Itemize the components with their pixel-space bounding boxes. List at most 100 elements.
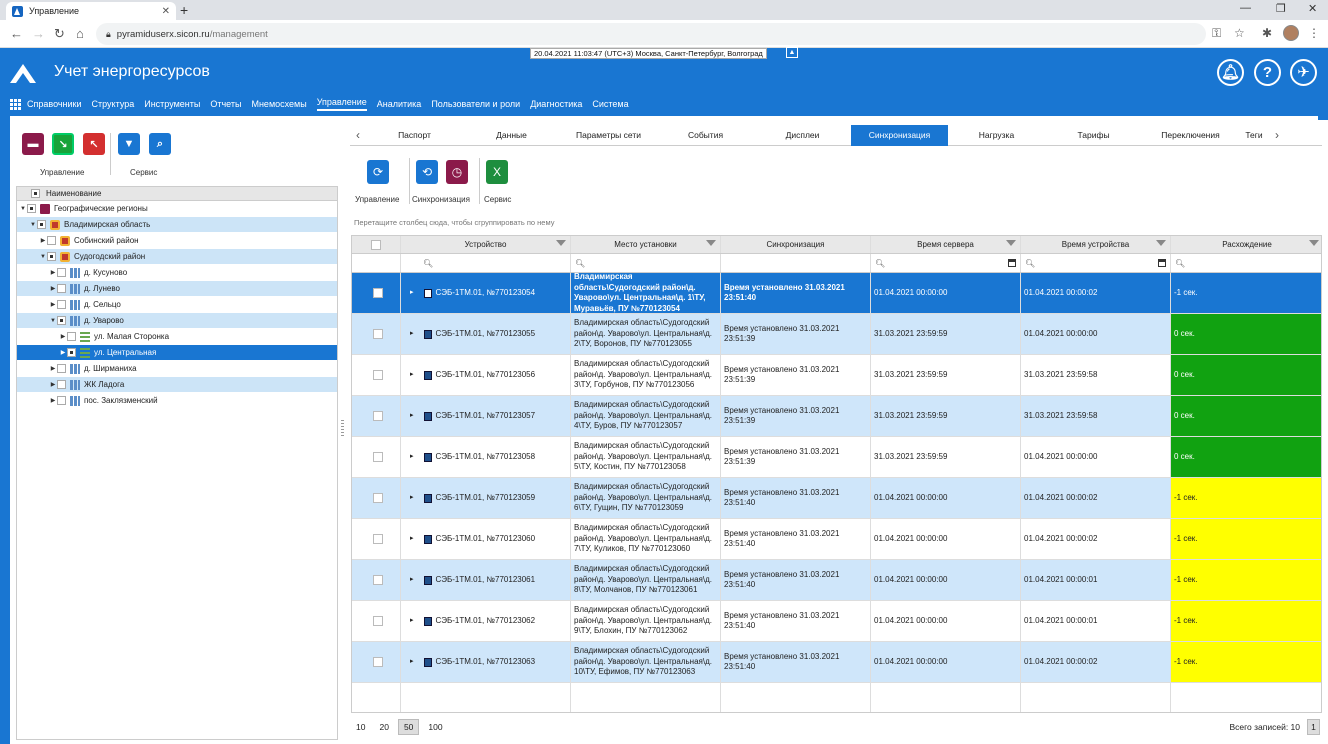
expand-arrow-icon[interactable]: ▼ — [49, 318, 57, 324]
menu-item[interactable]: Справочники — [27, 99, 82, 109]
filter-device-input[interactable]: 🔍︎ — [401, 254, 571, 272]
expand-arrow-icon[interactable]: ▼ — [29, 222, 37, 228]
tree-checkbox[interactable] — [47, 252, 56, 261]
row-checkbox[interactable] — [372, 493, 383, 503]
new-tab-icon[interactable]: + — [180, 2, 188, 18]
row-checkbox[interactable] — [372, 534, 383, 544]
row-select-cell[interactable] — [352, 642, 401, 682]
row-select-cell[interactable] — [352, 519, 401, 559]
filter-place-input[interactable]: 🔍︎ — [571, 254, 721, 272]
tree-node[interactable]: ▼ Судогодский район — [17, 249, 337, 265]
menu-item[interactable]: Диагностика — [530, 99, 582, 109]
row-checkbox[interactable] — [372, 411, 383, 421]
row-select-cell[interactable] — [352, 355, 401, 395]
filter-diff-input[interactable]: 🔍︎ — [1171, 254, 1321, 272]
folder-icon[interactable]: ▬ — [22, 133, 44, 155]
expand-arrow-icon[interactable]: ▼ — [19, 206, 27, 212]
expand-arrow-icon[interactable]: ▶ — [59, 349, 67, 356]
menu-item[interactable]: Структура — [92, 99, 135, 109]
minimize-icon[interactable]: — — [1240, 2, 1251, 14]
table-row[interactable]: ▸ СЭБ-1ТМ.01, №770123058 Владимирская обла… — [352, 437, 1321, 478]
filter-funnel-icon[interactable] — [1309, 240, 1319, 246]
sync-icon[interactable]: ⟳ — [367, 160, 389, 184]
back-icon[interactable]: ← — [10, 26, 23, 41]
browser-tab[interactable]: Управление ✕ — [6, 2, 176, 20]
logout-runner-icon[interactable]: ✈︎ — [1290, 59, 1317, 86]
row-checkbox[interactable] — [372, 370, 383, 380]
tree-node-selected[interactable]: ▶ ул. Центральная — [17, 345, 337, 361]
tree-checkbox[interactable] — [57, 316, 66, 325]
row-select-cell[interactable] — [352, 396, 401, 436]
tree-checkbox[interactable] — [57, 300, 66, 309]
row-checkbox[interactable] — [372, 575, 383, 585]
tab-tags[interactable]: Теги — [1239, 125, 1269, 146]
filter-funnel-icon[interactable] — [1006, 240, 1016, 246]
tree-checkbox[interactable] — [27, 204, 36, 213]
col-device-time[interactable]: Время устройства — [1021, 236, 1171, 253]
clock-sync-icon[interactable]: ◷ — [446, 160, 468, 184]
menu-item[interactable]: Мнемосхемы — [251, 99, 306, 109]
table-row[interactable]: ▸ СЭБ-1ТМ.01, №770123062 Владимирская обла… — [352, 601, 1321, 642]
expand-row-icon[interactable]: ▸ — [410, 493, 414, 504]
page-number-button[interactable]: 1 — [1307, 719, 1320, 735]
expand-row-icon[interactable]: ▸ — [410, 452, 414, 463]
tree-node[interactable]: ▶ д. Сельцо — [17, 297, 337, 313]
tab-switches[interactable]: Переключения — [1142, 125, 1239, 146]
expand-arrow-icon[interactable]: ▶ — [49, 365, 57, 372]
expand-row-icon[interactable]: ▸ — [410, 370, 414, 381]
row-checkbox[interactable] — [372, 657, 383, 667]
row-checkbox[interactable] — [372, 616, 383, 626]
calendar-icon[interactable] — [1158, 259, 1166, 267]
collapse-header-icon[interactable] — [1318, 112, 1328, 120]
tab-displays[interactable]: Дисплеи — [754, 125, 851, 146]
close-window-icon[interactable]: ✕ — [1308, 2, 1317, 15]
menu-item[interactable]: Пользователи и роли — [431, 99, 520, 109]
page-size-option-active[interactable]: 50 — [397, 719, 420, 735]
page-size-option[interactable]: 20 — [374, 720, 393, 734]
tree-node[interactable]: ▶ ул. Малая Сторонка — [17, 329, 337, 345]
table-row[interactable]: ▸ СЭБ-1ТМ.01, №770123059 Владимирская обла… — [352, 478, 1321, 519]
table-row[interactable]: ▸ СЭБ-1ТМ.01, №770123056 Владимирская обла… — [352, 355, 1321, 396]
col-sync[interactable]: Синхронизация — [721, 236, 871, 253]
row-select-cell[interactable] — [352, 273, 401, 313]
tree-checkbox[interactable] — [57, 364, 66, 373]
tree-checkbox[interactable] — [57, 396, 66, 405]
tree-checkbox[interactable] — [67, 348, 76, 357]
table-row[interactable]: ▸ СЭБ-1ТМ.01, №770123063 Владимирская обла… — [352, 642, 1321, 683]
excel-export-icon[interactable]: X — [486, 160, 508, 184]
tab-tariffs[interactable]: Тарифы — [1045, 125, 1142, 146]
key-icon[interactable]: ⚿ — [1212, 26, 1221, 41]
menu-item-active[interactable]: Управление — [316, 97, 367, 111]
tree-checkbox[interactable] — [57, 284, 66, 293]
filter-icon[interactable]: ▼ — [118, 133, 140, 155]
page-size-option[interactable]: 100 — [423, 720, 447, 734]
col-place[interactable]: Место установки — [571, 236, 721, 253]
row-select-cell[interactable] — [352, 314, 401, 354]
expand-arrow-icon[interactable]: ▶ — [49, 301, 57, 308]
table-row[interactable]: ▸ СЭБ-1ТМ.01, №770123055 Владимирская обла… — [352, 314, 1321, 355]
collapse-up-icon[interactable]: ▲ — [786, 47, 798, 58]
tree-checkbox[interactable] — [57, 380, 66, 389]
filter-funnel-icon[interactable] — [706, 240, 716, 246]
maximize-icon[interactable]: ❐ — [1276, 2, 1286, 15]
row-checkbox[interactable] — [372, 452, 383, 462]
table-row[interactable]: ▸ СЭБ-1ТМ.01, №770123060 Владимирская обла… — [352, 519, 1321, 560]
expand-row-icon[interactable]: ▸ — [410, 411, 414, 422]
row-select-cell[interactable] — [352, 601, 401, 641]
tab-load[interactable]: Нагрузка — [948, 125, 1045, 146]
row-checkbox[interactable] — [372, 329, 383, 339]
row-checkbox[interactable] — [372, 288, 383, 298]
tree-checkbox[interactable] — [67, 332, 76, 341]
profile-avatar[interactable] — [1283, 25, 1299, 41]
menu-item[interactable]: Аналитика — [377, 99, 422, 109]
expand-row-icon[interactable]: ▸ — [410, 288, 414, 299]
apps-grid-icon[interactable] — [10, 98, 21, 110]
col-device[interactable]: Устройство — [401, 236, 571, 253]
enable-arrow-icon[interactable]: ↘ — [52, 133, 74, 155]
tree-node[interactable]: ▶ пос. Заклязменский — [17, 393, 337, 409]
tab-data[interactable]: Данные — [463, 125, 560, 146]
expand-row-icon[interactable]: ▸ — [410, 575, 414, 586]
expand-arrow-icon[interactable]: ▶ — [49, 381, 57, 388]
expand-row-icon[interactable]: ▸ — [410, 657, 414, 668]
expand-arrow-icon[interactable]: ▶ — [49, 269, 57, 276]
